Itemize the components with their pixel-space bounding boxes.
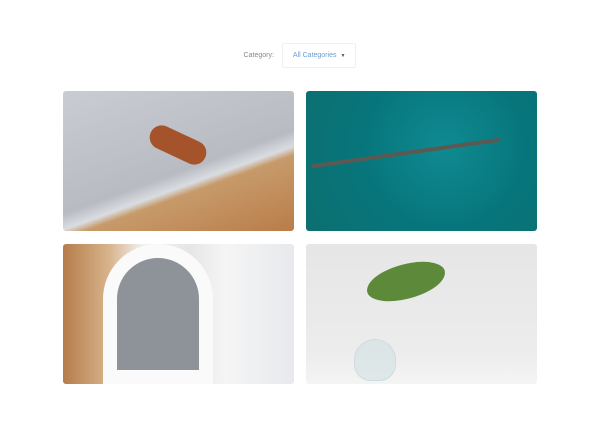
leather-strap-image [145, 121, 211, 169]
pier-image [311, 137, 501, 169]
gallery-item-laptop-sleeve[interactable] [63, 91, 294, 231]
gallery-item-plant[interactable] [306, 244, 537, 384]
category-filter: Category: All Categories ▼ [0, 43, 600, 68]
category-select[interactable]: All Categories ▼ [281, 43, 357, 68]
gallery-item-staircase[interactable] [63, 244, 294, 384]
vase-image [354, 339, 396, 381]
category-label: Category: [243, 52, 274, 59]
leaf-image [363, 257, 449, 306]
category-selected-value: All Categories [292, 52, 337, 59]
staircase-image [103, 244, 213, 384]
gallery-item-bungalows[interactable] [306, 91, 537, 231]
caret-down-icon: ▼ [340, 52, 346, 59]
